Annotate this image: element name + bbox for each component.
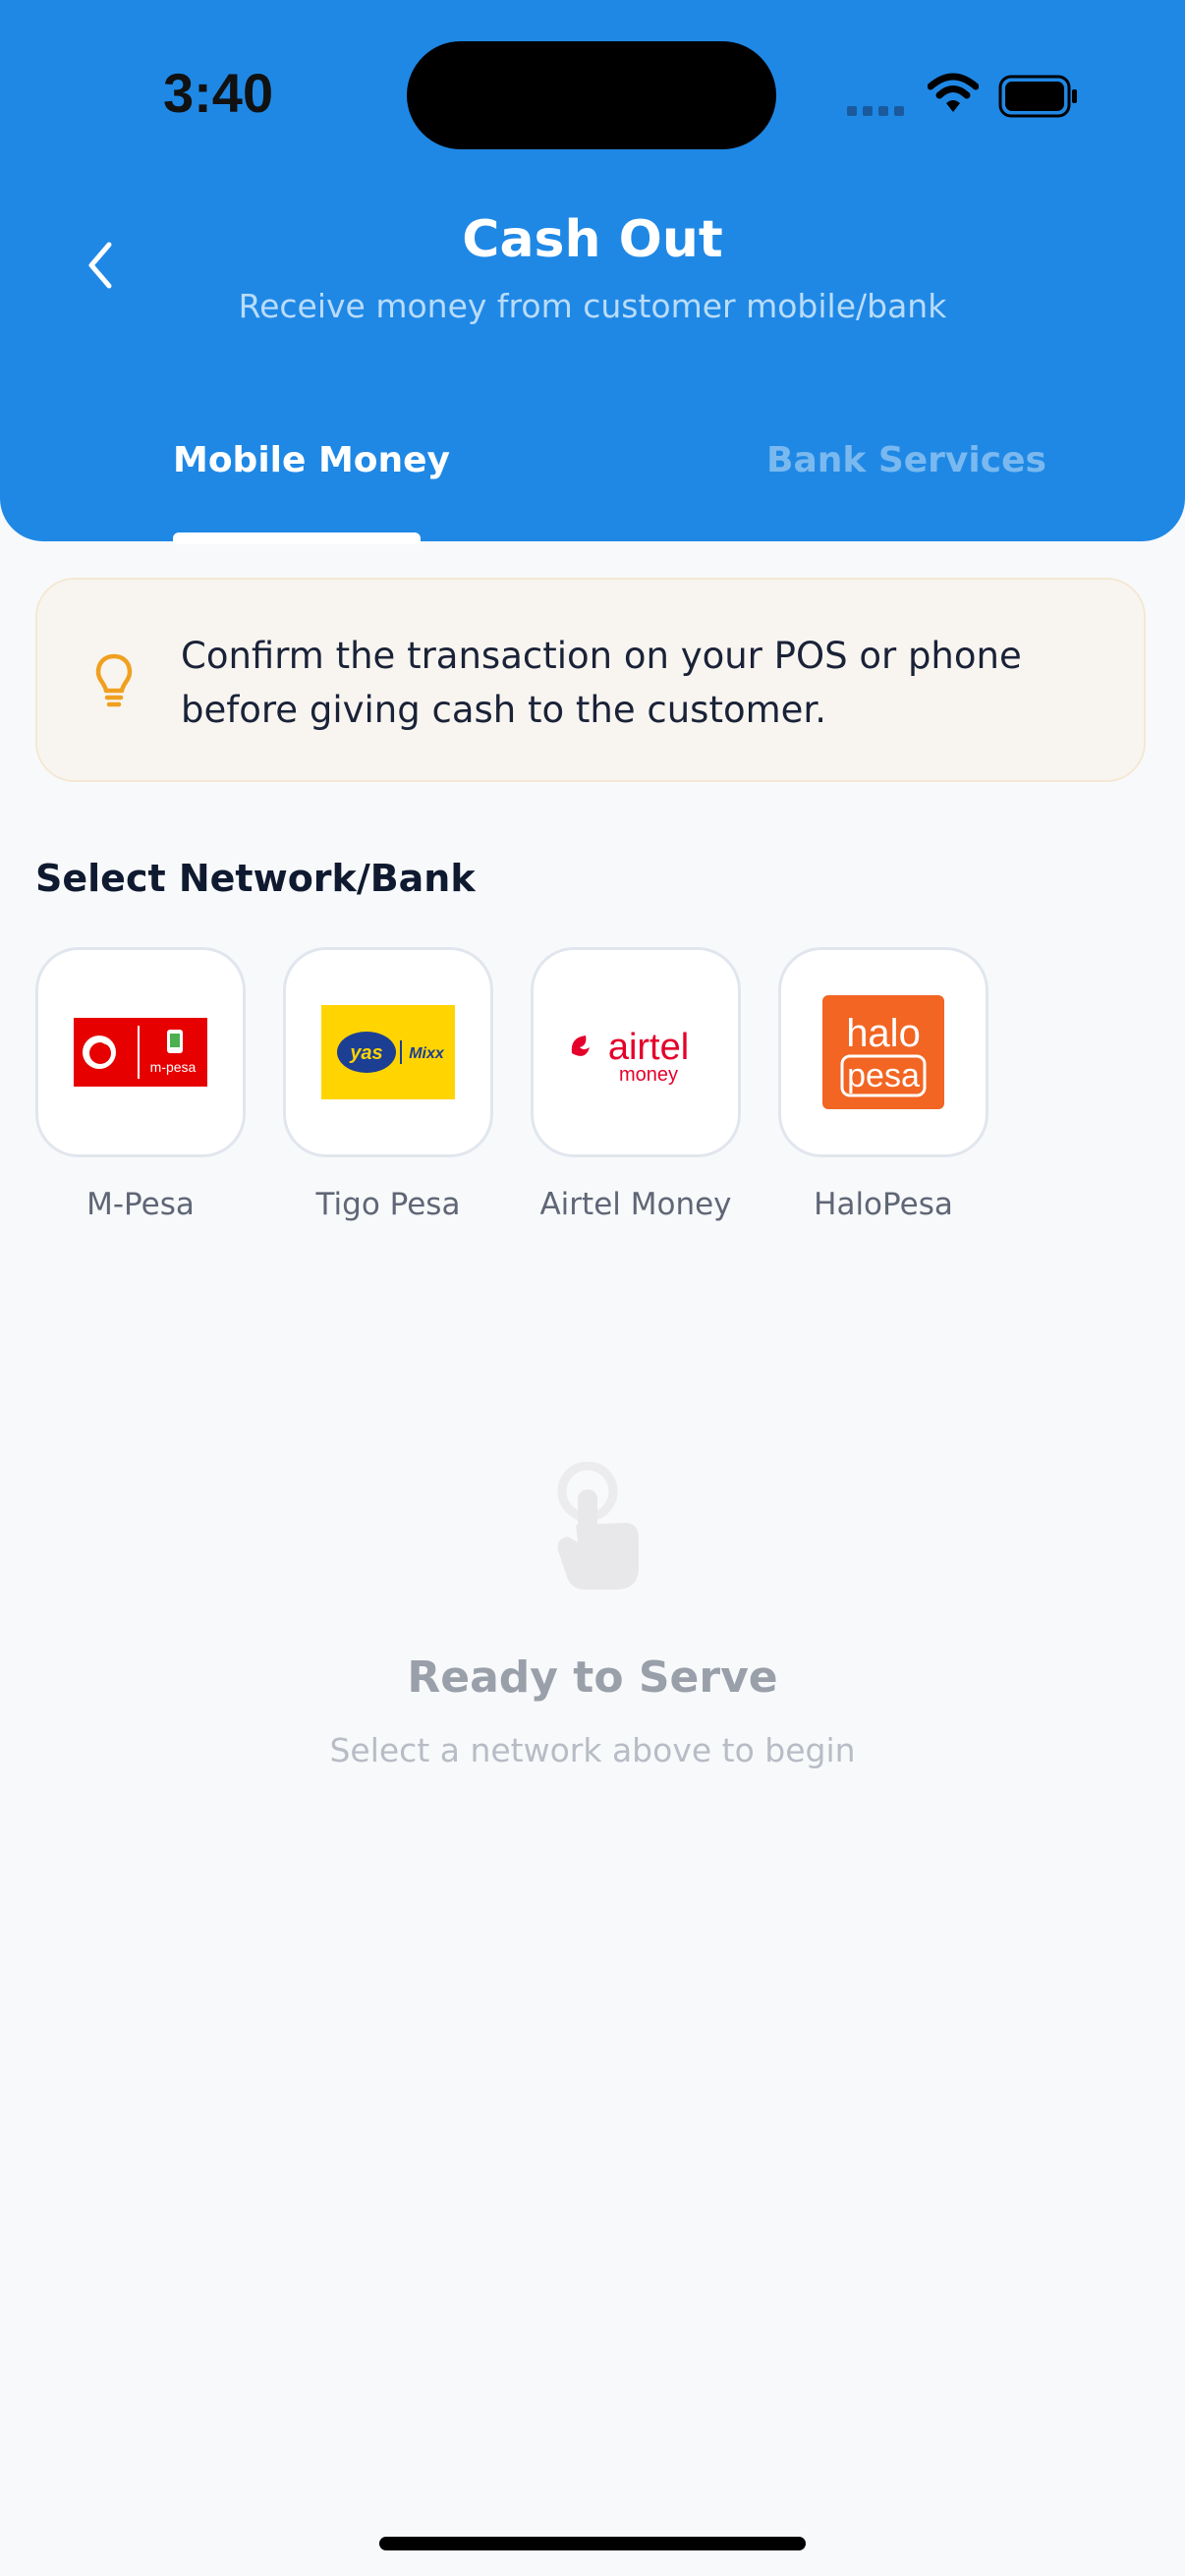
tab-bank-services[interactable]: Bank Services <box>766 440 1046 480</box>
network-airtel-money[interactable]: airtel money Airtel Money <box>531 947 741 1222</box>
network-label: M-Pesa <box>86 1187 195 1222</box>
header: 3:40 Cash Out Receive money from custome… <box>0 0 1185 544</box>
svg-text:Mixx: Mixx <box>409 1045 445 1062</box>
svg-text:yas: yas <box>349 1042 382 1064</box>
network-card[interactable]: yas Mixx <box>283 947 493 1157</box>
network-label: Tigo Pesa <box>315 1187 461 1222</box>
tip-text: Confirm the transaction on your POS or p… <box>181 635 1022 731</box>
svg-text:m-pesa: m-pesa <box>150 1059 197 1075</box>
tab-mobile-money[interactable]: Mobile Money <box>173 440 450 480</box>
network-halopesa[interactable]: halo pesa HaloPesa <box>778 947 988 1222</box>
empty-state-title: Ready to Serve <box>407 1652 778 1703</box>
mpesa-logo: m-pesa <box>74 1018 207 1087</box>
network-card[interactable]: halo pesa <box>778 947 988 1157</box>
svg-text:pesa: pesa <box>847 1057 920 1094</box>
section-title: Select Network/Bank <box>35 857 476 900</box>
home-indicator[interactable] <box>379 2537 806 2550</box>
network-card[interactable]: airtel money <box>531 947 741 1157</box>
status-time: 3:40 <box>163 62 274 124</box>
halopesa-logo: halo pesa <box>822 995 944 1109</box>
empty-state-subtitle: Select a network above to begin <box>329 1731 856 1769</box>
dynamic-island <box>407 41 776 149</box>
active-tab-indicator <box>173 532 421 544</box>
svg-text:airtel: airtel <box>608 1027 689 1068</box>
yas-mixx-logo: yas Mixx <box>321 1005 455 1099</box>
wifi-icon <box>928 73 979 112</box>
page-subtitle: Receive money from customer mobile/bank <box>238 287 947 325</box>
network-label: HaloPesa <box>814 1187 953 1222</box>
svg-text:halo: halo <box>846 1012 921 1055</box>
airtel-logo: airtel money <box>571 1027 689 1086</box>
network-tigo-pesa[interactable]: yas Mixx Tigo Pesa <box>283 947 493 1222</box>
cellular-signal-icon <box>847 106 904 116</box>
tap-hand-icon <box>557 1462 639 1590</box>
network-mpesa[interactable]: m-pesa M-Pesa <box>35 947 246 1222</box>
svg-text:money: money <box>619 1064 678 1086</box>
network-card[interactable]: m-pesa <box>35 947 246 1157</box>
tip-banner: Confirm the transaction on your POS or p… <box>35 578 1146 782</box>
page-title: Cash Out <box>462 210 723 269</box>
lightbulb-icon <box>95 653 133 707</box>
battery-icon <box>998 75 1077 118</box>
network-label: Airtel Money <box>539 1187 732 1222</box>
